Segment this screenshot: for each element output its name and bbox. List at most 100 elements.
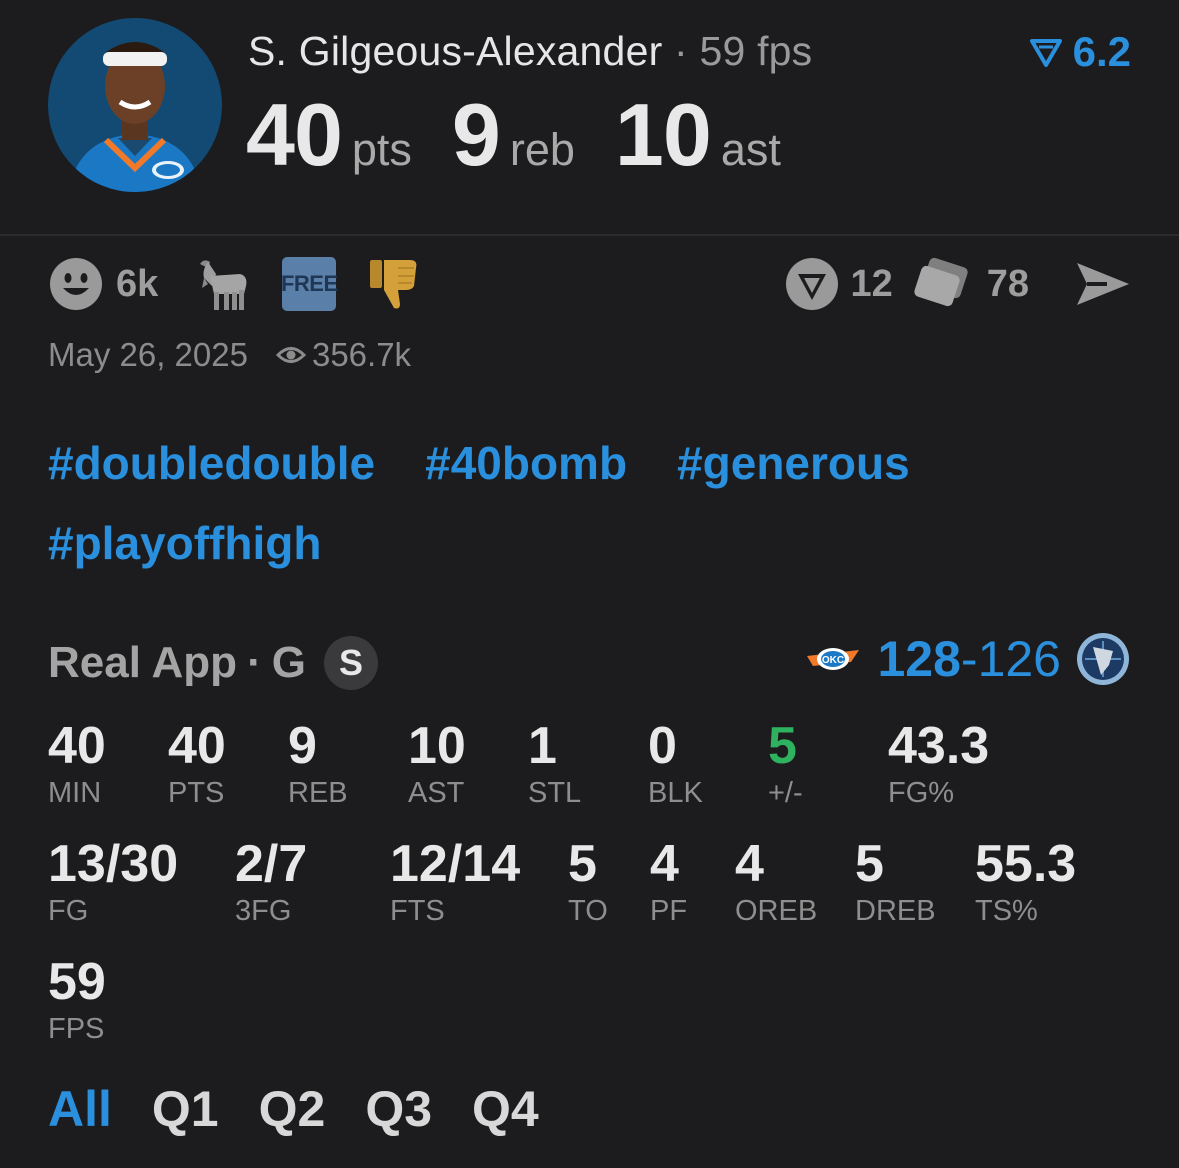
stat-value: 55.3 <box>975 835 1077 893</box>
cards-count: 78 <box>986 262 1029 305</box>
stat-value: 0 <box>648 717 677 775</box>
stat-value: 43.3 <box>888 717 990 775</box>
stat-blk: 0 BLK <box>648 718 703 810</box>
header-divider <box>0 234 1179 236</box>
stat-label: MIN <box>48 777 102 809</box>
tab-q2[interactable]: Q2 <box>259 1080 326 1138</box>
stat-value: 59 <box>48 953 106 1011</box>
team-score: 128 <box>877 631 961 687</box>
stat-label: STL <box>528 777 582 809</box>
rating-triangle-icon <box>1029 39 1062 67</box>
cards-icon <box>914 257 968 307</box>
source-name: Real App <box>48 638 238 687</box>
stat-label: FG <box>48 895 89 927</box>
player-title: S. Gilgeous-Alexander · 59 fps <box>248 28 812 75</box>
stat-3fg: 2/7 3FG <box>235 836 307 928</box>
stat-min: 40 MIN <box>48 718 106 810</box>
stat-label: PF <box>650 895 688 927</box>
player-position: G <box>271 638 306 687</box>
stat-label: TS% <box>975 895 1038 927</box>
stat-plus-minus: 5 +/- <box>768 718 803 810</box>
stat-fg-pct: 43.3 FG% <box>888 718 989 810</box>
stat-label: PTS <box>168 777 225 809</box>
stat-pts: 40 PTS <box>168 718 226 810</box>
opponent-score: 126 <box>977 631 1061 687</box>
score-dash: - <box>960 631 978 687</box>
thumbs-down-button[interactable] <box>368 256 422 312</box>
stat-label: DREB <box>855 895 936 927</box>
stat-fps: 59 FPS <box>48 954 106 1046</box>
stat-value: 12/14 <box>390 835 521 893</box>
post-meta: May 26, 2025 356.7k <box>48 336 411 374</box>
player-avatar[interactable] <box>48 18 222 192</box>
hashtag[interactable]: #40bomb <box>425 436 627 490</box>
reaction-button[interactable]: 6k <box>48 256 158 312</box>
stat-value: 1 <box>528 717 557 775</box>
headline-points-unit: pts <box>351 124 412 175</box>
stat-label: REB <box>288 777 348 809</box>
headline-rebounds-unit: reb <box>509 124 575 175</box>
source-separator: · <box>247 638 262 687</box>
stat-label: BLK <box>648 777 703 809</box>
share-bar: 12 78 <box>784 256 1131 312</box>
rank-button[interactable]: 12 <box>784 256 893 312</box>
stat-value: 40 <box>48 717 106 775</box>
stat-value: 9 <box>288 717 317 775</box>
smiley-icon <box>50 258 102 310</box>
stat-label: OREB <box>735 895 818 927</box>
headline-stats: 40 pts 9 reb 10 ast <box>246 84 821 186</box>
rank-shield-icon <box>786 258 839 310</box>
stat-label: +/- <box>768 777 803 809</box>
rank-count: 12 <box>850 262 893 305</box>
reaction-bar: 6k FREE <box>48 256 422 312</box>
reaction-count: 6k <box>116 262 159 305</box>
stat-value: 4 <box>650 835 679 893</box>
view-count: 356.7k <box>275 336 412 374</box>
game-source: Real App · G S <box>48 636 378 690</box>
stat-stl: 1 STL <box>528 718 581 810</box>
stat-label: FPS <box>48 1013 105 1045</box>
stat-value: 5 <box>768 717 797 775</box>
goat-icon <box>200 260 247 310</box>
tab-q3[interactable]: Q3 <box>365 1080 432 1138</box>
player-name[interactable]: S. Gilgeous-Alexander <box>248 28 662 74</box>
cards-button[interactable]: 78 <box>911 256 1029 312</box>
hashtag[interactable]: #playoffhigh <box>48 516 321 570</box>
rating-badge[interactable]: 6.2 <box>1029 28 1131 76</box>
game-score[interactable]: OKC 128-126 <box>805 630 1131 688</box>
tab-all[interactable]: All <box>48 1080 112 1138</box>
stat-label: FTS <box>390 895 445 927</box>
tab-q4[interactable]: Q4 <box>472 1080 539 1138</box>
player-photo-icon <box>48 18 222 192</box>
view-count-value: 356.7k <box>311 336 412 373</box>
stat-ast: 10 AST <box>408 718 466 810</box>
share-button[interactable] <box>1075 259 1131 309</box>
headline-points-value: 40 <box>246 85 343 184</box>
thumbs-down-icon <box>370 260 417 309</box>
stat-ts-pct: 55.3 TS% <box>975 836 1076 928</box>
stat-dreb: 5 DREB <box>855 836 936 928</box>
stat-value: 10 <box>408 717 466 775</box>
headline-assists-value: 10 <box>614 85 712 184</box>
player-game-card: S. Gilgeous-Alexander · 59 fps 6.2 40 pt… <box>0 0 1179 1168</box>
svg-text:OKC: OKC <box>822 655 844 666</box>
stat-value: 4 <box>735 835 764 893</box>
send-icon <box>1077 263 1129 305</box>
starter-badge: S <box>323 636 378 690</box>
stat-to: 5 TO <box>568 836 608 928</box>
fantasy-points-text: 59 fps <box>699 28 813 74</box>
hashtag[interactable]: #doubledouble <box>48 436 375 490</box>
headline-rebounds-value: 9 <box>451 85 501 184</box>
eye-icon <box>275 347 306 363</box>
stat-fg: 13/30 FG <box>48 836 178 928</box>
hashtag[interactable]: #generous <box>677 436 910 490</box>
tab-q1[interactable]: Q1 <box>152 1080 219 1138</box>
stat-label: TO <box>568 895 608 927</box>
goat-button[interactable] <box>194 256 252 312</box>
stat-value: 2/7 <box>235 835 308 893</box>
free-badge[interactable]: FREE <box>281 257 338 311</box>
rating-value: 6.2 <box>1072 28 1131 75</box>
quarter-tabs: All Q1 Q2 Q3 Q4 <box>48 1080 539 1138</box>
stat-pf: 4 PF <box>650 836 687 928</box>
stat-label: AST <box>408 777 465 809</box>
